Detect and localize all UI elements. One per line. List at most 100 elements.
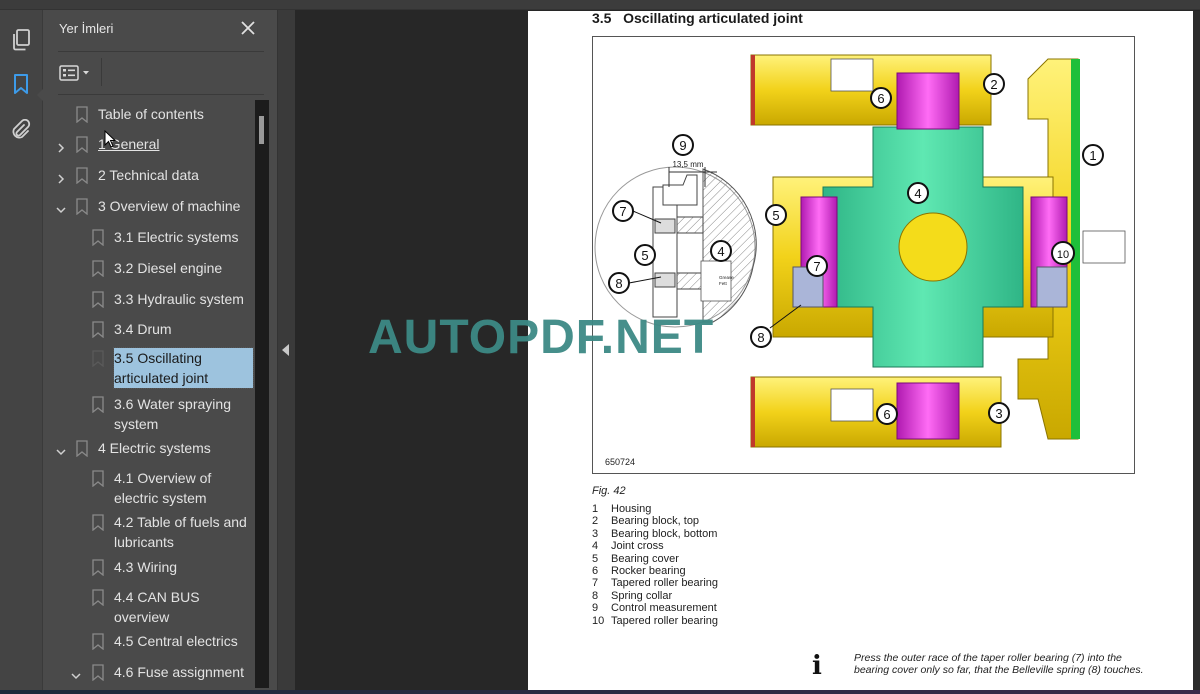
svg-text:9: 9 [679, 138, 686, 153]
bookmark-item[interactable]: 4.3 Wiring [43, 557, 255, 577]
collapse-panel-arrow-icon[interactable] [282, 344, 289, 356]
bookmark-item[interactable]: 3.1 Electric systems [43, 227, 255, 247]
panel-splitter[interactable] [277, 10, 295, 694]
divider [58, 51, 264, 52]
svg-text:8: 8 [615, 276, 622, 291]
svg-text:7: 7 [813, 259, 820, 274]
bookmark-icon [92, 470, 104, 488]
bookmark-item[interactable]: 4.4 CAN BUS overview [43, 587, 255, 627]
bookmark-icon [76, 136, 88, 154]
bookmark-tree: Table of contents 1 General 2 Technical da… [43, 100, 255, 694]
bookmark-icon [92, 633, 104, 651]
chevron-right-icon[interactable] [55, 139, 67, 153]
bookmark-item[interactable]: 2 Technical data [43, 165, 255, 185]
legend-row: 10 Tapered roller bearing [592, 615, 718, 627]
joint-diagram: 13,5 mm Grease Fett 1 2 3 4 5 6 6 7 8 10… [594, 54, 1126, 448]
scrollbar-thumb[interactable] [259, 116, 264, 144]
bookmark-label[interactable]: 3.4 Drum [114, 319, 254, 339]
bookmark-label[interactable]: 3.6 Water spraying system [114, 394, 254, 434]
callout-10: 10 [1051, 241, 1075, 265]
bookmark-icon [92, 229, 104, 247]
bookmark-item[interactable]: 3.3 Hydraulic system [43, 289, 255, 309]
bookmark-item[interactable]: 3 Overview of machine [43, 196, 255, 216]
pages-icon[interactable] [9, 28, 33, 52]
svg-text:6: 6 [877, 91, 884, 106]
svg-text:Fett: Fett [719, 281, 728, 286]
legend-text: Bearing block, top [611, 515, 700, 528]
bookmark-icon [92, 396, 104, 414]
bookmark-item[interactable]: 4.1 Overview of electric system [43, 468, 255, 508]
chevron-right-icon[interactable] [55, 170, 67, 184]
svg-text:3: 3 [995, 406, 1002, 421]
bookmark-label[interactable]: 4.2 Table of fuels and lubricants [114, 512, 254, 552]
bookmark-label[interactable]: 4.1 Overview of electric system [114, 468, 254, 508]
bookmark-icon [92, 664, 104, 682]
callout-6-top: 6 [870, 87, 892, 109]
legend-number: 4 [592, 540, 599, 553]
legend-number: 2 [592, 515, 599, 528]
legend-row: 5 Bearing cover [592, 553, 718, 565]
callout-3: 3 [988, 402, 1010, 424]
bookmark-item[interactable]: 3.2 Diesel engine [43, 258, 255, 278]
bookmark-item[interactable]: 3.4 Drum [43, 319, 255, 339]
legend-number: 9 [592, 602, 599, 615]
divider [58, 94, 264, 95]
chevron-down-icon[interactable] [55, 443, 67, 456]
bookmark-item[interactable]: 4.6 Fuse assignment [43, 662, 255, 682]
bookmark-item[interactable]: 4 Electric systems [43, 438, 255, 458]
callout-5: 5 [765, 204, 787, 226]
window-top-bar [0, 0, 1200, 10]
bookmark-label[interactable]: 3.2 Diesel engine [114, 258, 254, 278]
attachment-icon[interactable] [9, 118, 33, 142]
bookmark-label[interactable]: 4.4 CAN BUS overview [114, 587, 254, 627]
callout-1: 1 [1082, 144, 1104, 166]
chevron-down-icon[interactable] [55, 201, 67, 214]
legend-number: 6 [592, 565, 599, 578]
figure-id: 650724 [605, 457, 636, 467]
legend-text: Bearing cover [611, 552, 679, 565]
bookmark-label[interactable]: 4.3 Wiring [114, 557, 254, 577]
legend-number: 5 [592, 552, 599, 565]
bookmark-scrollbar[interactable] [255, 100, 269, 688]
legend-text: Tapered roller bearing [611, 577, 719, 590]
bookmark-item[interactable]: 1 General [43, 134, 255, 154]
bookmark-item[interactable]: 3.6 Water spraying system [43, 394, 255, 434]
bookmark-label[interactable]: Table of contents [98, 104, 255, 124]
section-heading: 3.5 Oscillating articulated joint [592, 10, 803, 26]
bookmark-label[interactable]: 1 General [98, 134, 255, 154]
bookmark-icon [92, 260, 104, 278]
close-panel-button[interactable] [239, 19, 257, 37]
bookmark-icon [92, 559, 104, 577]
bookmark-label[interactable]: 3 Overview of machine [98, 196, 255, 216]
svg-text:5: 5 [772, 208, 779, 223]
divider [101, 58, 102, 86]
panel-title: Yer İmleri [59, 21, 114, 36]
bookmark-item[interactable]: 4.5 Central electrics [43, 631, 255, 651]
chevron-down-icon[interactable] [70, 667, 82, 680]
dimension-label: 13,5 mm [672, 160, 703, 169]
callout-4: 4 [907, 182, 929, 204]
bookmark-label[interactable]: 4.6 Fuse assignment [114, 662, 254, 682]
callout-2: 2 [983, 73, 1005, 95]
svg-text:4: 4 [717, 244, 724, 259]
svg-text:5: 5 [641, 248, 648, 263]
bookmark-icon [76, 198, 88, 216]
bookmark-icon [92, 589, 104, 607]
bookmark-label[interactable]: 3.1 Electric systems [114, 227, 254, 247]
bookmark-options-button[interactable] [59, 62, 95, 84]
side-tool-rail [0, 10, 44, 694]
bookmark-label[interactable]: 4.5 Central electrics [114, 631, 254, 651]
bookmark-label[interactable]: 3.3 Hydraulic system [114, 289, 254, 309]
info-icon: i [812, 651, 822, 681]
bookmark-item[interactable]: Table of contents [43, 104, 255, 124]
bookmark-item[interactable]: 3.5 Oscillating articulated joint [43, 347, 255, 389]
bookmark-label[interactable]: 2 Technical data [98, 165, 255, 185]
legend-number: 10 [592, 614, 605, 627]
bookmark-item[interactable]: 4.2 Table of fuels and lubricants [43, 512, 255, 552]
bookmark-label[interactable]: 4 Electric systems [98, 438, 255, 458]
taskbar-edge [0, 690, 1200, 694]
bookmark-icon[interactable] [9, 72, 33, 96]
legend-row: 9 Control measurement [592, 602, 718, 614]
legend-number: 1 [592, 503, 599, 515]
bookmark-label[interactable]: 3.5 Oscillating articulated joint [113, 347, 254, 389]
